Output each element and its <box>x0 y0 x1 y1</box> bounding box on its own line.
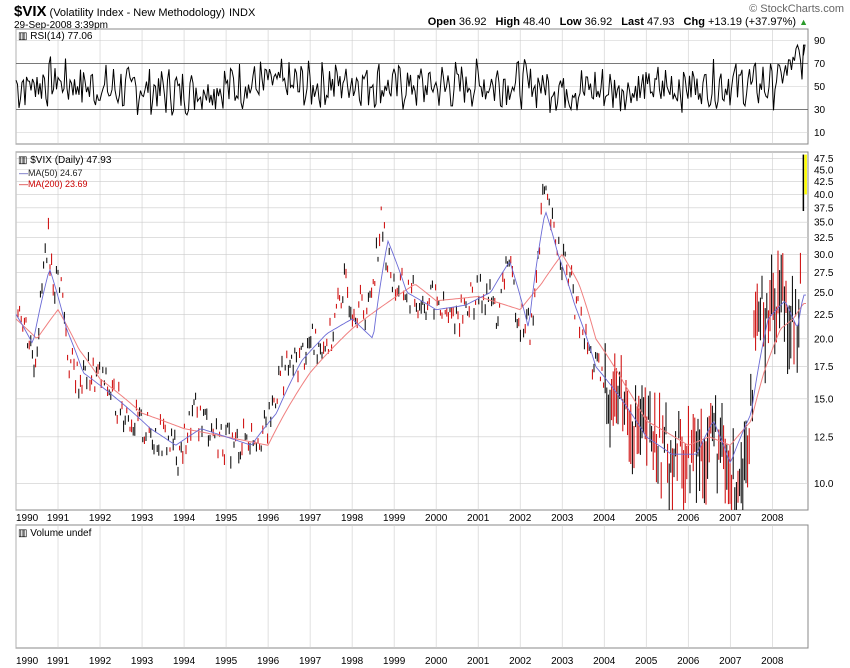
ma200-legend: —MA(200) 23.69 <box>19 179 88 189</box>
price-tick-label: 25.0 <box>814 288 834 299</box>
price-tick-label: 37.5 <box>814 203 834 214</box>
x-tick-label: 1994 <box>173 656 196 667</box>
x-tick-label: 1997 <box>299 656 322 667</box>
x-tick-label: 2006 <box>677 656 700 667</box>
price-tick-label: 47.5 <box>814 154 834 165</box>
x-tick-label: 1998 <box>341 656 364 667</box>
x-tick-label: 1993 <box>131 513 154 524</box>
rsi-panel <box>15 43 808 116</box>
gridlines <box>15 29 808 648</box>
x-tick-label: 1991 <box>47 656 70 667</box>
volume-frame <box>15 524 809 649</box>
x-tick-label: 2004 <box>593 656 616 667</box>
rsi-tick-label: 30 <box>814 105 826 116</box>
x-tick-label: 1990 <box>16 513 39 524</box>
x-tick-label: 1995 <box>215 513 238 524</box>
x-tick-label: 1991 <box>47 513 70 524</box>
rsi-legend: ▥ RSI(14) 77.06 <box>18 31 93 42</box>
x-tick-label: 2000 <box>425 656 448 667</box>
price-tick-label: 27.5 <box>814 268 834 279</box>
ma50-legend-text: MA(50) 24.67 <box>28 168 83 178</box>
volume-legend-icon: ▥ <box>18 528 28 539</box>
price-tick-label: 10.0 <box>814 479 834 490</box>
x-tick-label: 2005 <box>635 656 658 667</box>
price-tick-label: 17.5 <box>814 362 834 373</box>
price-tick-label: 20.0 <box>814 334 834 345</box>
x-tick-label: 2001 <box>467 513 490 524</box>
x-tick-label: 1996 <box>257 656 280 667</box>
last-price-highlight <box>804 154 807 195</box>
x-tick-label: 2004 <box>593 513 616 524</box>
x-tick-label: 2005 <box>635 513 658 524</box>
x-tick-label: 1993 <box>131 656 154 667</box>
price-frame <box>15 151 809 511</box>
ma200-line <box>15 253 806 446</box>
x-tick-label: 1994 <box>173 513 196 524</box>
x-tick-label: 2003 <box>551 513 574 524</box>
axis-labels: 1990 1990 1991 1991 1992 1992 1993 1993 1994 1994… <box>16 36 834 667</box>
rsi-tick-label: 50 <box>814 82 826 93</box>
x-tick-label: 1990 <box>16 656 39 667</box>
price-legend-text: $VIX (Daily) 47.93 <box>30 155 112 166</box>
price-tick-label: 42.5 <box>814 177 834 188</box>
x-tick-label: 2008 <box>761 656 784 667</box>
price-tick-label: 12.5 <box>814 432 834 443</box>
volume-legend-text: Volume undef <box>30 528 92 539</box>
x-tick-label: 2000 <box>425 513 448 524</box>
ma50-swatch: — <box>19 168 28 178</box>
x-tick-label: 2007 <box>719 656 742 667</box>
x-tick-label: 1998 <box>341 513 364 524</box>
x-tick-label: 2002 <box>509 656 532 667</box>
x-tick-label: 2008 <box>761 513 784 524</box>
price-tick-label: 40.0 <box>814 190 834 201</box>
price-tick-label: 45.0 <box>814 165 834 176</box>
x-tick-label: 2006 <box>677 513 700 524</box>
rsi-line <box>15 43 806 116</box>
rsi-legend-text: RSI(14) 77.06 <box>30 31 93 42</box>
x-tick-label: 2002 <box>509 513 532 524</box>
panel-frames <box>15 28 809 649</box>
price-tick-label: 35.0 <box>814 218 834 229</box>
rsi-legend-icon: ▥ <box>18 31 28 42</box>
chart-canvas: 1990 1990 1991 1991 1992 1992 1993 1993 1994 1994… <box>15 28 834 667</box>
ma200-legend-text: MA(200) 23.69 <box>28 179 88 189</box>
ma50-legend: —MA(50) 24.67 <box>19 168 83 178</box>
volume-legend: ▥ Volume undef <box>18 528 91 539</box>
x-tick-label: 1996 <box>257 513 280 524</box>
x-tick-label: 2007 <box>719 513 742 524</box>
price-tick-label: 22.5 <box>814 310 834 321</box>
rsi-tick-label: 10 <box>814 128 826 139</box>
price-legend-icon: ▥ <box>18 155 28 166</box>
price-tick-label: 30.0 <box>814 250 834 261</box>
price-legend: ▥ $VIX (Daily) 47.93 <box>18 155 111 166</box>
rsi-tick-label: 90 <box>814 36 826 47</box>
x-tick-label: 2003 <box>551 656 574 667</box>
x-tick-label: 1999 <box>383 656 406 667</box>
x-tick-label: 1992 <box>89 656 112 667</box>
x-tick-label: 1992 <box>89 513 112 524</box>
price-tick-label: 15.0 <box>814 394 834 405</box>
ma200-swatch: — <box>19 179 28 189</box>
rsi-tick-label: 70 <box>814 59 826 70</box>
x-tick-label: 2001 <box>467 656 490 667</box>
x-tick-label: 1999 <box>383 513 406 524</box>
x-tick-label: 1997 <box>299 513 322 524</box>
vix-price-bars <box>17 183 801 510</box>
x-tick-label: 1995 <box>215 656 238 667</box>
price-tick-label: 32.5 <box>814 233 834 244</box>
